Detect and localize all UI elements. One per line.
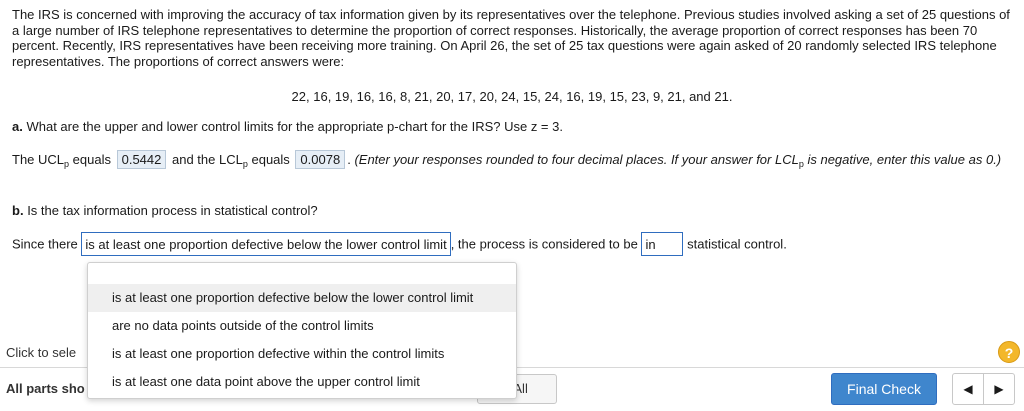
- part-a-label: a.: [12, 119, 23, 134]
- dropdown-option[interactable]: are no data points outside of the contro…: [88, 312, 516, 340]
- since-there-line: Since there is at least one proportion d…: [12, 232, 787, 258]
- part-a-question: a. What are the upper and lower control …: [12, 119, 563, 134]
- next-arrow-icon[interactable]: ▶: [983, 373, 1015, 405]
- ucl-lcl-answer-line: The UCLp equals 0.5442 and the LCLp equa…: [12, 150, 1012, 173]
- ucl-answer-field[interactable]: 0.5442: [116, 150, 167, 169]
- lcl-subscript: p: [242, 159, 248, 169]
- and-the-lcl-text: and the LCL: [172, 152, 243, 167]
- instruction-subscript: p: [798, 159, 804, 169]
- final-check-button[interactable]: Final Check: [831, 373, 937, 405]
- dropdown-option[interactable]: is at least one proportion defective bel…: [88, 284, 516, 312]
- equals-text-1: equals: [72, 152, 111, 167]
- click-to-select-text: Click to sele: [6, 345, 77, 360]
- since-middle-text: , the process is considered to be: [450, 236, 638, 252]
- equals-text-2: equals: [251, 152, 290, 167]
- all-parts-text: All parts sho: [6, 381, 85, 396]
- part-b-label: b.: [12, 203, 24, 218]
- condition-dropdown[interactable]: is at least one proportion defective bel…: [81, 232, 451, 256]
- part-b-question: b. Is the tax information process in sta…: [12, 203, 318, 218]
- since-prefix: Since there: [12, 236, 78, 252]
- dropdown-option[interactable]: is at least one proportion defective wit…: [88, 340, 516, 368]
- help-icon[interactable]: ?: [998, 341, 1020, 363]
- part-b-text: Is the tax information process in statis…: [27, 203, 318, 218]
- ucl-subscript: p: [64, 159, 70, 169]
- problem-statement: The IRS is concerned with improving the …: [12, 7, 1010, 69]
- since-suffix: statistical control.: [687, 236, 787, 252]
- previous-arrow-icon[interactable]: ◀: [952, 373, 984, 405]
- period: .: [347, 152, 351, 167]
- lcl-answer-field[interactable]: 0.0078: [295, 150, 346, 169]
- dropdown-option[interactable]: is at least one data point above the upp…: [88, 368, 516, 396]
- instruction-text-2: is negative, enter this value as 0.): [807, 152, 1002, 167]
- control-state-dropdown[interactable]: in: [641, 232, 684, 256]
- ucl-prefix: The UCL: [12, 152, 65, 167]
- part-a-text: What are the upper and lower control lim…: [26, 119, 563, 134]
- data-values: 22, 16, 19, 16, 16, 8, 21, 20, 17, 20, 2…: [291, 89, 733, 104]
- dropdown-menu: is at least one proportion defective bel…: [87, 262, 517, 399]
- instruction-text-1: (Enter your responses rounded to four de…: [354, 152, 799, 167]
